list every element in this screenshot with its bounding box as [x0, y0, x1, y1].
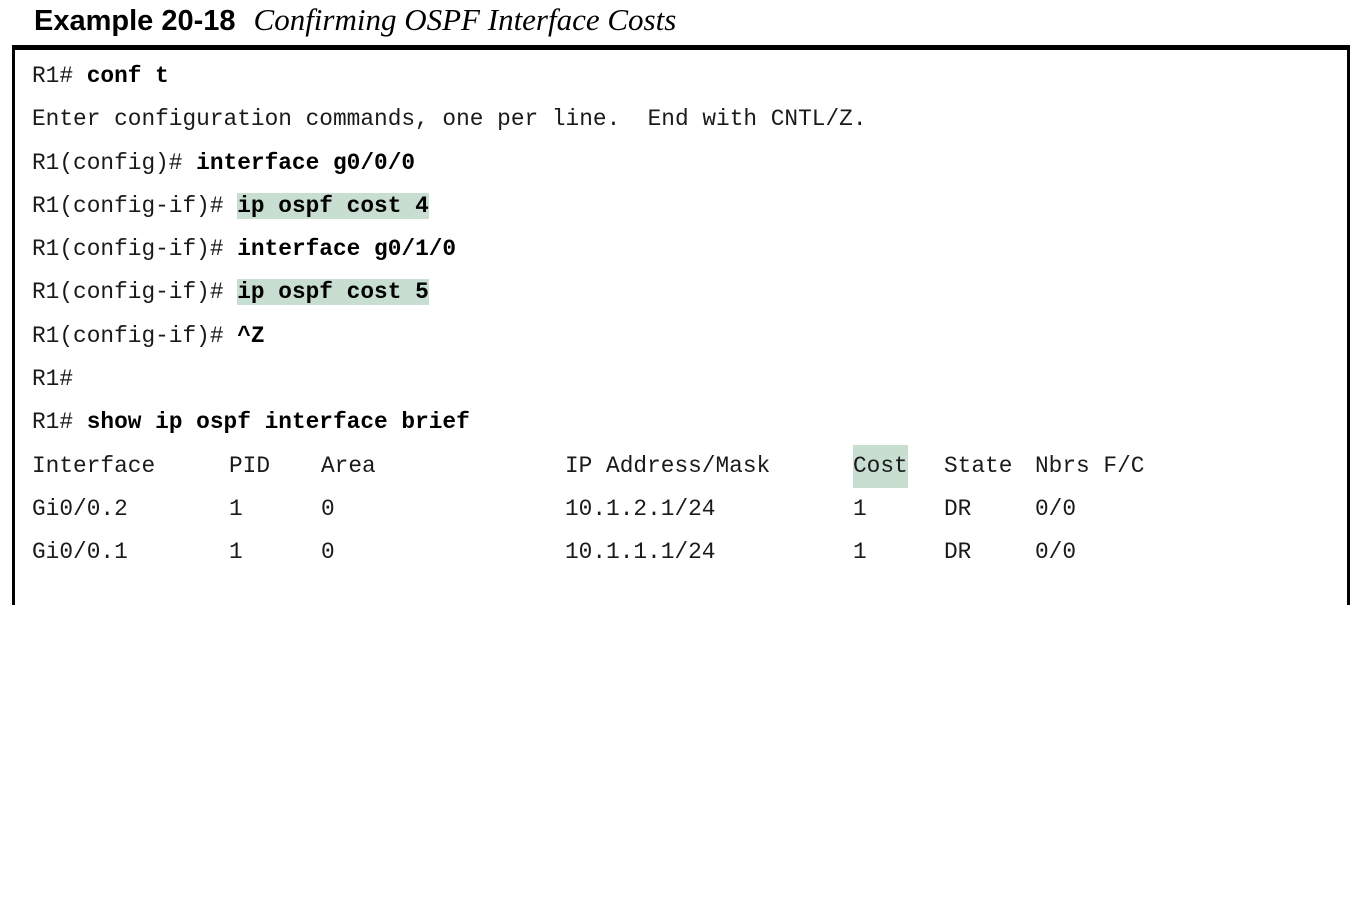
cell-state: DR — [944, 495, 972, 522]
header-nbrs-fc: Nbrs F/C — [1035, 452, 1145, 479]
cli-command: conf t — [86, 63, 169, 89]
cli-command: interface g0/1/0 — [237, 236, 457, 263]
cli-line: R1# — [32, 358, 867, 401]
cli-line: R1# show ip ospf interface brief — [32, 401, 867, 444]
cli-line: R1# conf t — [32, 55, 867, 98]
cli-prompt: R1(config)# — [32, 149, 197, 176]
cli-line: R1(config)# interface g0/0/0 — [32, 142, 867, 185]
header-state: State — [944, 452, 1013, 479]
cell-cost: 1 — [853, 495, 867, 522]
header-area: Area — [321, 452, 376, 479]
cli-line: R1(config-if)# ^Z — [32, 315, 867, 358]
cli-prompt: R1# — [32, 366, 74, 393]
cell-nbrs-fc: 0/0 — [1035, 539, 1077, 566]
table-row: Gi0/0.2 1 0 10.1.2.1/24 1 DR 0/0 — [32, 488, 1076, 531]
header-interface: Interface — [32, 452, 156, 479]
cell-pid: 1 — [229, 495, 243, 522]
cli-prompt: R1(config-if)# — [32, 322, 238, 349]
header-pid: PID — [229, 452, 271, 479]
cell-area: 0 — [321, 495, 335, 522]
table-header-row: Interface PID Area IP Address/Mask Cost … — [32, 444, 1144, 488]
example-title: Confirming OSPF Interface Costs — [253, 2, 677, 37]
cell-ip-address: 10.1.1.1/24 — [565, 539, 716, 566]
cell-interface: Gi0/0.2 — [32, 495, 128, 522]
cli-listing: R1# conf t Enter configuration commands,… — [32, 55, 1144, 575]
cli-prompt: R1(config-if)# — [32, 236, 238, 263]
cli-output: Enter configuration commands, one per li… — [32, 106, 867, 133]
cell-nbrs-fc: 0/0 — [1035, 495, 1077, 522]
cli-prompt: R1# — [32, 63, 87, 89]
cli-prompt: R1# — [32, 409, 87, 436]
cell-ip-address: 10.1.2.1/24 — [565, 495, 716, 522]
header-ip-address: IP Address/Mask — [565, 452, 771, 479]
example-number: Example 20-18 — [34, 5, 236, 37]
cell-cost: 1 — [853, 539, 867, 566]
cli-prompt: R1(config-if)# — [32, 279, 238, 306]
cell-pid: 1 — [229, 539, 243, 566]
header-cost-highlighted: Cost — [853, 444, 908, 488]
cli-command: ^Z — [237, 322, 265, 349]
cell-area: 0 — [321, 539, 335, 566]
cli-prompt: R1(config-if)# — [32, 192, 238, 219]
cli-line: R1(config-if)# ip ospf cost 5 — [32, 271, 867, 314]
cell-state: DR — [944, 539, 972, 566]
table-row: Gi0/0.1 1 0 10.1.1.1/24 1 DR 0/0 — [32, 531, 1076, 574]
cli-output-line: Enter configuration commands, one per li… — [32, 98, 867, 141]
cli-command: show ip ospf interface brief — [86, 409, 470, 436]
cell-interface: Gi0/0.1 — [32, 539, 128, 566]
cli-command-highlighted: ip ospf cost 5 — [237, 279, 429, 306]
example-caption: Example 20-18 Confirming OSPF Interface C… — [34, 0, 676, 40]
cli-command: interface g0/0/0 — [196, 149, 416, 176]
cli-command-highlighted: ip ospf cost 4 — [237, 192, 429, 219]
cli-line: R1(config-if)# interface g0/1/0 — [32, 228, 867, 271]
cli-line: R1(config-if)# ip ospf cost 4 — [32, 185, 867, 228]
